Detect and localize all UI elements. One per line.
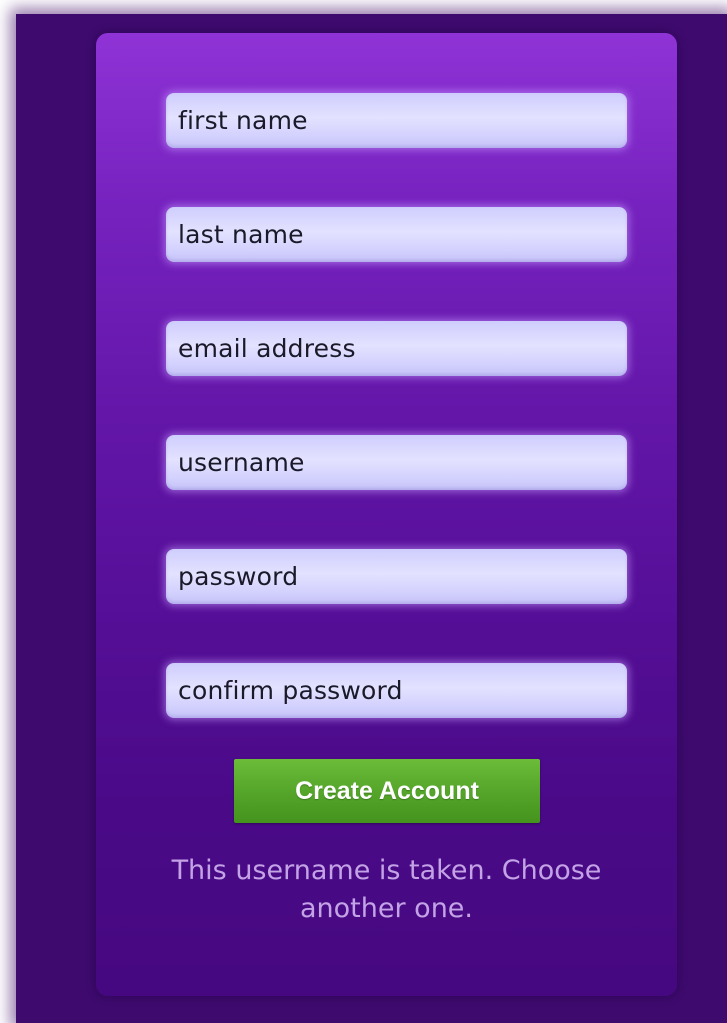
first-name-field[interactable] bbox=[166, 93, 627, 148]
confirm-password-field[interactable] bbox=[166, 663, 627, 718]
last-name-field[interactable] bbox=[166, 207, 627, 262]
password-field[interactable] bbox=[166, 549, 627, 604]
username-field[interactable] bbox=[166, 435, 627, 490]
error-message: This username is taken. Choose another o… bbox=[171, 855, 602, 924]
create-account-button[interactable]: Create Account bbox=[234, 759, 540, 823]
email-field[interactable] bbox=[166, 321, 627, 376]
